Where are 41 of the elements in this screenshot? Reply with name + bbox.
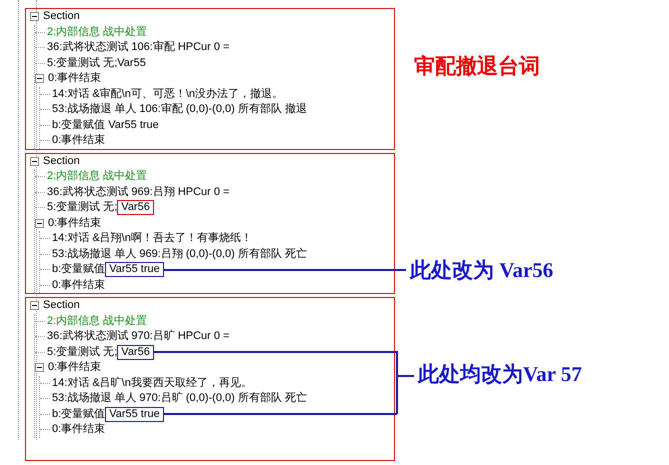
annotation-text: 此处改为 Var56 [410,257,554,284]
tree-node[interactable]: 14:对话 &吕翔\n啊！吾去了！有事烧纸！ [52,231,252,246]
tree-node[interactable]: 0:事件结束 [48,71,102,86]
collapse-icon[interactable] [30,12,39,22]
tree-node[interactable]: b:变量赋值 [52,262,106,278]
tree-node[interactable]: Section [43,298,80,314]
tree-node[interactable]: 14:对话 &吕旷\n我要西天取经了，再见。 [52,376,252,391]
highlight-box: Var55 true [105,406,164,422]
highlight-box: Var56 [117,200,154,216]
tree-node[interactable]: 53:战场撤退 单人 969:吕翔 (0,0)-(0,0) 所有部队 死亡 [52,246,307,262]
tree-node[interactable]: 53:战场撤退 单人 106:审配 (0,0)-(0,0) 所有部队 撤退 [52,102,307,118]
tree-node[interactable]: 0:事件结束 [52,422,106,438]
highlight-box: Var55 true [105,262,164,278]
tree-node[interactable]: Section [43,154,80,169]
tree-node[interactable]: 2:内部信息 战中处置 [47,24,148,40]
tree-node[interactable]: 0:事件结束 [48,216,102,231]
tree-node[interactable]: 14:对话 &审配\n可、可恶！\n没办法了，撤退。 [52,86,284,102]
tree-node[interactable]: 2:内部信息 战中处置 [47,169,148,184]
collapse-icon[interactable] [35,74,44,84]
tree-node[interactable]: 5:变量测试 无; [47,200,118,216]
tree-node[interactable]: 36:武将状态测试 969:吕翔 HPCur 0 = [47,184,230,200]
tree-node[interactable]: Section [43,9,80,24]
tree-node[interactable]: 53:战场撤退 单人 970:吕旷 (0,0)-(0,0) 所有部队 死亡 [52,391,307,406]
tree-node[interactable]: 0:事件结束 [48,360,102,376]
tree-node[interactable]: b:变量赋值 Var55 true [52,118,159,133]
annotation-text: 此处均改为Var 57 [418,361,582,388]
collapse-icon[interactable] [35,363,44,372]
highlight-box: Var56 [117,344,154,360]
collapse-icon[interactable] [30,301,39,310]
tree-node[interactable]: 36:武将状态测试 970:吕旷 HPCur 0 = [47,329,230,344]
annotation-text: 审配撤退台词 [414,53,540,80]
tree-node[interactable]: b:变量赋值 [52,406,106,422]
tree-node[interactable]: 36:武将状态测试 106:审配 HPCur 0 = [47,40,230,56]
bracket-line [396,350,415,415]
tree-node[interactable]: 5:变量测试 无; [47,344,118,360]
collapse-icon[interactable] [30,156,39,166]
tree-node[interactable]: 0:事件结束 [52,133,106,148]
tree-node[interactable]: 5:变量测试 无;Var55 [47,56,146,71]
tree-node[interactable]: 0:事件结束 [52,278,106,293]
collapse-icon[interactable] [35,218,44,228]
tree-node[interactable]: 2:内部信息 战中处置 [47,314,148,329]
